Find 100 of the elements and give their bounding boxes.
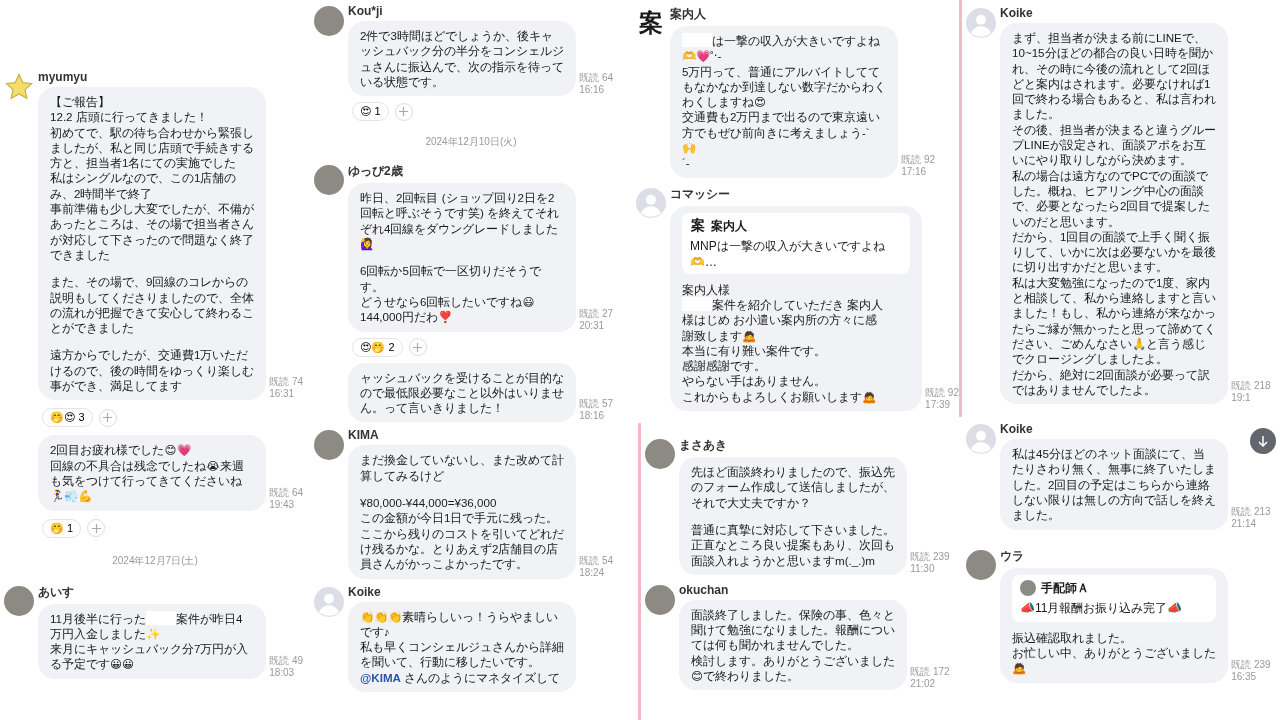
avatar-icon <box>966 424 996 455</box>
message-line: 私は45分ほどのネット面談にて、当たりさわり無く、無事に終了いたしました。2回目の予定はこちらから連絡しない限りは無しの方向で話しを終えました。 <box>1012 446 1217 523</box>
reaction-button[interactable]: 🤭😍 3 <box>42 408 93 428</box>
sender-name: ウラ <box>1000 547 1024 565</box>
message-time: 17:16 <box>901 165 928 178</box>
read-receipt: 既読 213 <box>1231 505 1271 518</box>
quote-sender: 案内人 <box>711 217 747 235</box>
add-reaction-button[interactable] <box>87 519 106 538</box>
plus-icon <box>399 107 409 117</box>
message-line: 初めてで、駅の待ち合わせから緊張しましたが、私と同じ店頭で手続きする方と、担当者1名にての実施でした <box>50 124 255 171</box>
message-line: 普通に真摯に対応して下さいました。 <box>691 521 896 538</box>
sender-name: Kou*ji <box>348 4 383 18</box>
message-line: ¥80,000-¥44,000=¥36,000 <box>360 495 498 511</box>
message-line: この金額が今日1日で手元に残った。 <box>360 510 560 526</box>
message-line: 正直なところ良い提案もあり、次回も面談入れようかと思いますm(._.)m <box>691 537 896 568</box>
read-receipt: 既読 64 <box>579 72 614 85</box>
plus-icon <box>413 342 423 352</box>
avatar-photo <box>645 439 675 470</box>
message-time: 20:31 <box>579 319 606 332</box>
avatar-photo <box>966 549 996 580</box>
mention-link[interactable]: @KIMA <box>360 670 401 684</box>
message-time: 18:16 <box>579 410 606 423</box>
message-time: 16:31 <box>269 388 296 401</box>
message-line: 案内人様 <box>682 281 731 297</box>
message-line: 遠方からでしたが、交通費1万いただけるので、後の時間をゆっくり楽しむ事ができ、満足してます <box>50 347 255 394</box>
message-line: 144,000円だわ❣ <box>360 309 453 325</box>
avatar-logo: 案 <box>690 218 706 235</box>
avatar-logo: 案 <box>638 9 664 38</box>
sender-name: okuchan <box>679 582 729 597</box>
message-line: 案件を紹介していただき 案内人様はじめ お小遣い案内所の方々に感謝致します🙇 <box>682 296 885 343</box>
add-reaction-button[interactable] <box>98 408 117 427</box>
message-time: 19:43 <box>269 498 296 511</box>
avatar-photo <box>314 165 344 196</box>
sender-name: myumyu <box>38 70 88 84</box>
message-line: ャッシュバックを受けることが目的なので最低限必要なこと以外はいりません。って言いきりました！ <box>360 369 565 416</box>
message-line: やらない手はありません。 <box>682 373 827 389</box>
arrow-down-icon <box>1257 435 1269 447</box>
message-line: お忙しい中、ありがとうございました🙇 <box>1012 644 1217 676</box>
message-line: また、その場で、9回線のコレからの説明もしてくださりましたので、全体の流れが把握できて安心して終わることができました <box>50 274 255 336</box>
message-line: これからもよろしくお願いします🙇 <box>682 388 877 405</box>
message-line: だから、1回目の面談で上手く聞く振りして、いかに次は必要ないかを最後に切り出すかだと思います。 <box>1012 228 1217 275</box>
message-line: 私も早くコンシェルジュさんから詳細を聞いて、行動に移したいです。 <box>360 639 565 670</box>
message-line: 【ご報告】 <box>50 94 111 110</box>
read-receipt: 既読 239 <box>910 550 950 563</box>
sender-name: あいす <box>38 583 74 601</box>
avatar-photo <box>645 584 675 615</box>
sender-name: Koike <box>348 584 381 599</box>
avatar-icon <box>966 8 996 38</box>
message-line: 面談終了しました。保険の事、色々と聞けて勉強になりました。報酬については何も聞かれませんでした。 <box>691 606 896 653</box>
message-time: 11:30 <box>910 562 936 575</box>
plus-icon <box>103 413 113 423</box>
message-line: どうせなら6回転したいですね😃 <box>360 293 536 310</box>
avatar-icon <box>314 586 344 617</box>
message-time: 21:02 <box>910 678 937 691</box>
message-line: 👏👏👏素晴らしいっ！うらやましいです♪ <box>360 608 559 640</box>
message-line: 回線の不具合は残念でしたね😭来週も気をつけて行ってきてくださいね🏃‍♀💨💪 <box>50 457 245 504</box>
quote-text: 📣11月報酬お振り込み完了📣 <box>1020 599 1184 617</box>
read-receipt: 既読 172 <box>910 666 950 679</box>
sender-name: Koike <box>1000 422 1033 437</box>
message-line: だから、絶対に2回面談が必要って訳ではありませんでしたよ。 <box>1012 366 1212 398</box>
star-icon <box>4 72 34 102</box>
message-line: 感謝感謝です。 <box>682 358 767 374</box>
add-reaction-button[interactable] <box>408 338 427 357</box>
avatar-photo <box>1020 580 1036 597</box>
add-reaction-button[interactable] <box>394 102 413 121</box>
message-line: ´- <box>682 155 691 171</box>
date-separator: 2024年12月10日(火) <box>424 135 518 150</box>
reaction-button[interactable]: 😍🤭 2 <box>352 337 403 357</box>
message-line: は一撃の収入が大きいですよね <box>682 33 887 49</box>
sender-name: コマッシー <box>670 185 730 203</box>
quote-text: MNPは一撃の収入が大きいですよね🫶… <box>690 237 886 269</box>
message-line: 本当に有り難い案件です。 <box>682 343 827 359</box>
message-line: 検討します。ありがとうございました😊で終わりました。 <box>691 652 896 684</box>
message-line: 11月後半に行った 案件が昨日4万円入金しました✨ <box>50 610 244 642</box>
message-line: 🫶💗˚‧- <box>682 48 723 64</box>
read-receipt: 既読 92 <box>901 153 936 166</box>
quote-card[interactable]: 手配師Ａ 📣11月報酬お振り込み完了📣 <box>1012 574 1217 622</box>
plus-icon <box>91 523 101 533</box>
read-receipt: 既読 74 <box>269 376 304 389</box>
scroll-down-button[interactable] <box>1250 428 1276 454</box>
read-receipt: 既読 64 <box>269 486 304 499</box>
message-line: まず、担当者が決まる前にLINEで、10~15分ほどの都合の良い日時を聞かれ、その時に今後の流れとして2回ほどと案内はされます。必要なければ1回で終わる場合もあると、私は言われました。 <box>1012 30 1217 122</box>
message-line: 交通費も2万円まで出るので東京遠い方でもぜひ前向きに考えましょう-` 🙌 <box>682 109 882 156</box>
sender-name: Koike <box>1000 6 1033 20</box>
quote-card[interactable]: 案 案内人 MNPは一撃の収入が大きいですよね🫶… <box>682 212 911 274</box>
reaction-button[interactable]: 🤭 1 <box>42 518 82 538</box>
read-receipt: 既読 27 <box>579 307 614 320</box>
reaction-button[interactable]: 😍 1 <box>352 102 389 122</box>
message-line: 先ほど面談終わりましたので、振込先のフォーム作成して送信しましたが、それで大丈夫ですか？ <box>691 464 896 510</box>
read-receipt: 既読 57 <box>579 398 614 411</box>
message-line: 昨日、2回転目 (ショップ回り2日を2回転と呼ぶそうです笑) を終えてそれぞれ4回線をダウングレードしました🙋‍♀ <box>360 190 561 252</box>
date-separator: 2024年12月7日(土) <box>111 553 199 568</box>
message-line: 私は大変勉強になったので1度、家内と相談して、私から連絡しますと言いました！もし、私から連絡が来なかったらご縁が無かったと思って諦めてください、ごめんなさい🙏と言う感じでクロージングしましたよ。 <box>1012 274 1217 367</box>
read-receipt: 既読 239 <box>1231 658 1271 671</box>
message-time: 16:16 <box>579 84 606 97</box>
message-line: 振込確認取れました。 <box>1012 629 1133 645</box>
sender-name: KIMA <box>348 428 379 443</box>
message-time: 16:35 <box>1231 670 1258 683</box>
sender-name: 案内人 <box>670 6 706 23</box>
message-line: @KIMA さんのようにマネタイズして <box>360 669 562 685</box>
